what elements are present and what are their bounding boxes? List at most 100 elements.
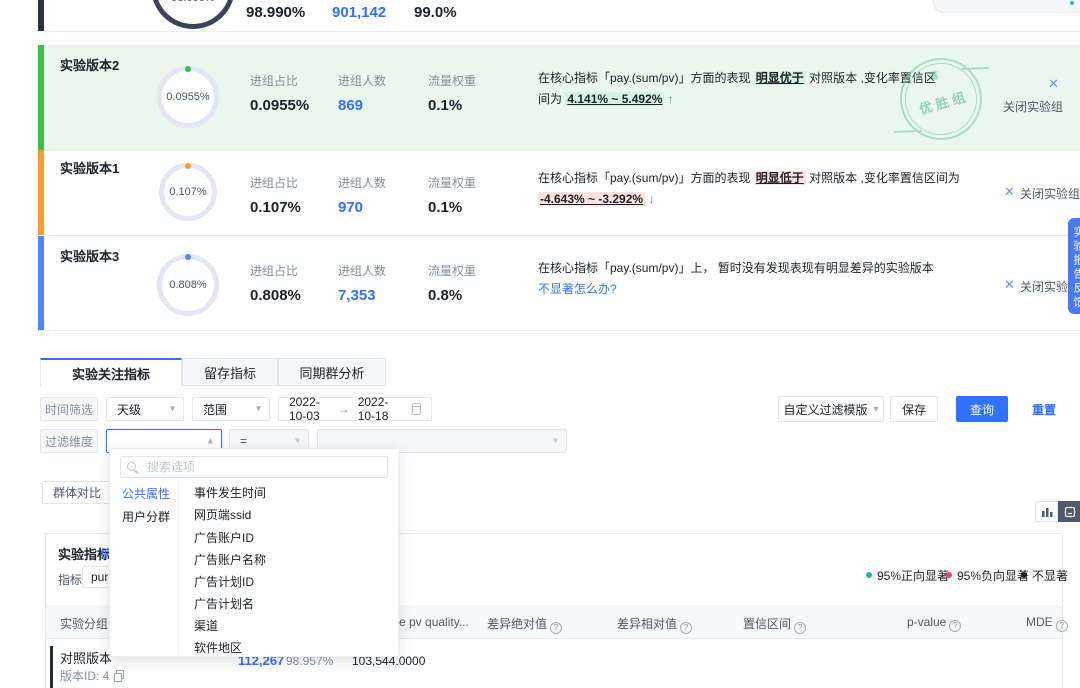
option-event-time[interactable]: 事件发生时间: [194, 482, 392, 504]
reset-button[interactable]: 重置: [1032, 401, 1056, 418]
group3-gauge-dot: [185, 254, 191, 260]
date-range-picker[interactable]: 2022-10-03 → 2022-10-18: [278, 397, 432, 421]
close-icon[interactable]: [1048, 76, 1059, 92]
category-common-attrs[interactable]: 公共属性: [122, 485, 170, 502]
group2-close-button[interactable]: 关闭实验组: [995, 98, 1063, 115]
col-p-value: p-value: [907, 615, 961, 632]
control-group-color-bar: [38, 0, 44, 31]
chevron-down-icon: ▾: [553, 436, 558, 447]
ratio-label: 进组占比: [250, 72, 298, 89]
not-significant-help-link[interactable]: 不显著怎么办?: [538, 282, 617, 296]
info-icon[interactable]: [1056, 620, 1068, 632]
search-icon: [127, 462, 136, 471]
row-group-name: 对照版本: [60, 648, 112, 667]
group3-name: 实验版本3: [60, 246, 119, 265]
group2-desc-prefix: 在核心指标「pay.(sum/pv)」方面的表现: [538, 71, 754, 85]
col-p-value-label: p-value: [907, 615, 946, 629]
close-icon[interactable]: [1004, 184, 1015, 200]
cohort-compare-button[interactable]: 群体对比: [42, 481, 112, 504]
neutral-dot-icon: [1021, 572, 1027, 578]
group3-conclusion: 在核心指标「pay.(sum/pv)」上， 暂时没有发现表现有明显差异的实验版本…: [538, 258, 1018, 300]
count-label: 进组人数: [338, 72, 386, 89]
range-arrow-icon: →: [338, 402, 350, 416]
col-abs-diff-label: 差异绝对值: [487, 617, 547, 631]
option-ad-account-id[interactable]: 广告账户ID: [194, 527, 392, 549]
info-icon[interactable]: [680, 622, 692, 634]
group2-confidence-range: 4.141% ~ 5.492%: [565, 92, 664, 106]
col-conf-interval: 置信区间: [743, 615, 806, 634]
legend-positive: 95%正向显著: [877, 567, 949, 584]
group3-count-value[interactable]: 7,353: [338, 287, 376, 304]
table-view-toggle[interactable]: [1058, 501, 1080, 522]
group1-color-bar: [38, 150, 44, 235]
group1-conclusion: 在核心指标「pay.(sum/pv)」方面的表现 明显低于 对照版本 ,变化率置…: [538, 168, 1000, 210]
granularity-select[interactable]: 天级 ▾: [106, 397, 184, 421]
option-ad-plan-id[interactable]: 广告计划ID: [194, 571, 392, 593]
group1-desc-prefix: 在核心指标「pay.(sum/pv)」方面的表现: [538, 171, 754, 185]
info-icon[interactable]: [949, 620, 961, 632]
group1-verdict: 明显低于: [754, 171, 806, 185]
granularity-value: 天级: [117, 401, 141, 418]
group3-color-bar: [38, 236, 44, 330]
option-ad-plan-name[interactable]: 广告计划名: [194, 593, 392, 615]
filter-dimension-label: 过滤维度: [40, 429, 98, 453]
weight-label: 流量权重: [428, 72, 476, 89]
option-ad-account-name[interactable]: 广告账户名称: [194, 549, 392, 571]
operator-value: =: [240, 434, 247, 448]
dimension-dropdown-panel: 公共属性 用户分群 事件发生时间 网页端ssid 广告账户ID 广告账户名称 广…: [109, 448, 399, 657]
weight-label: 流量权重: [428, 174, 476, 191]
group2-gauge: 0.0955%: [157, 66, 219, 128]
version-id-text: 版本ID: 4: [60, 669, 109, 683]
col-rel-diff-label: 差异相对值: [617, 617, 677, 631]
group2-color-bar: [38, 45, 44, 150]
group1-count-value[interactable]: 970: [338, 199, 363, 216]
tab-label: 同期群分析: [299, 363, 364, 382]
save-button[interactable]: 保存: [890, 396, 938, 422]
chevron-down-icon: ▾: [170, 404, 175, 415]
group3-weight-value: 0.8%: [428, 287, 462, 304]
chevron-down-icon: ▾: [873, 404, 878, 415]
category-user-segments[interactable]: 用户分群: [122, 508, 170, 525]
group1-weight-value: 0.1%: [428, 199, 462, 216]
group2-verdict: 明显优于: [754, 71, 806, 85]
tab-cohort-analysis[interactable]: 同期群分析: [278, 358, 386, 386]
group2-gauge-value: 0.0955%: [166, 91, 209, 103]
divider: [38, 150, 1080, 151]
group2-name: 实验版本2: [60, 55, 119, 74]
option-channel[interactable]: 渠道: [194, 615, 392, 637]
chart-view-toggle[interactable]: [1035, 501, 1058, 522]
tab-label: 留存指标: [204, 363, 256, 382]
negative-dot-icon: [946, 572, 952, 578]
date-end: 2022-10-18: [358, 395, 399, 423]
close-icon[interactable]: [1004, 277, 1015, 293]
group1-desc-mid: 对照版本 ,变化率置信区间为: [806, 171, 960, 185]
group2-count-value[interactable]: 869: [338, 97, 363, 114]
group1-close-button[interactable]: 关闭实验组: [1020, 185, 1080, 202]
tab-retention-metrics[interactable]: 留存指标: [182, 358, 278, 386]
info-icon[interactable]: [794, 622, 806, 634]
control-count-value[interactable]: 901,142: [332, 4, 386, 21]
count-label: 进组人数: [338, 262, 386, 279]
option-web-ssid[interactable]: 网页端ssid: [194, 504, 392, 526]
calendar-icon: [412, 403, 421, 415]
control-row-color-bar: [50, 646, 53, 688]
query-button[interactable]: 查询: [956, 396, 1008, 422]
feedback-side-tab[interactable]: 实验报告反馈: [1068, 218, 1080, 314]
tab-experiment-metrics[interactable]: 实验关注指标: [40, 358, 182, 386]
panel-divider: [178, 481, 179, 654]
copy-icon[interactable]: [114, 670, 123, 680]
group1-gauge-value: 0.107%: [169, 186, 206, 198]
option-software-region[interactable]: 软件地区: [194, 637, 392, 659]
down-arrow-icon: ↓: [648, 192, 654, 206]
col-metric: e pv quality...: [399, 615, 469, 629]
filter-template-button[interactable]: 自定义过滤模版 ▾: [778, 396, 884, 422]
chevron-down-icon: ▾: [295, 436, 300, 447]
search-input[interactable]: [120, 456, 388, 478]
col-rel-diff: 差异相对值: [617, 615, 692, 634]
group1-name: 实验版本1: [60, 158, 119, 177]
filter-template-label: 自定义过滤模版: [783, 401, 867, 418]
ratio-label: 进组占比: [250, 262, 298, 279]
info-icon[interactable]: [550, 622, 562, 634]
range-mode-select[interactable]: 范围 ▾: [192, 397, 270, 421]
divider: [38, 235, 1080, 236]
